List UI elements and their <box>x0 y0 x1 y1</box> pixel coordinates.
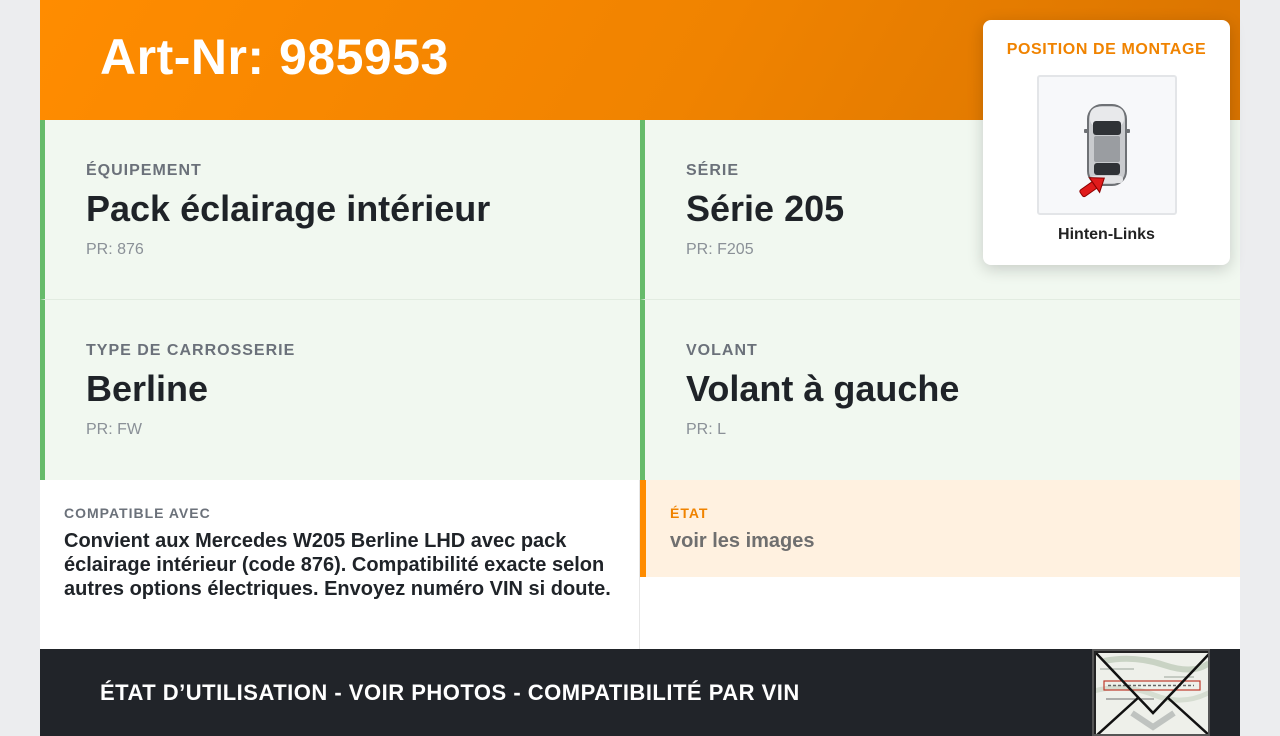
spec-code: PR: FW <box>86 421 142 438</box>
car-top-view-icon <box>1037 75 1177 215</box>
spec-code: PR: 876 <box>86 241 144 258</box>
spec-card-carrosserie: TYPE DE CARROSSERIE Berline PR: FW <box>40 300 640 480</box>
condition-section: ÉTAT voir les images <box>640 480 1240 577</box>
footer-bar: ÉTAT D’UTILISATION - VOIR PHOTOS - COMPA… <box>40 649 1240 736</box>
compatibility-text: Convient aux Mercedes W205 Berline LHD a… <box>64 530 611 600</box>
spec-label: VOLANT <box>686 342 758 359</box>
mounting-position-panel: POSITION DE MONTAGE Hinten-Links <box>983 20 1230 265</box>
compatibility-section: COMPATIBLE AVEC Convient aux Mercedes W2… <box>40 480 640 649</box>
spec-code: PR: F205 <box>686 241 754 258</box>
car-diagram <box>1079 104 1130 198</box>
document-image <box>1094 651 1208 734</box>
mounting-position-title: POSITION DE MONTAGE <box>1006 41 1207 58</box>
spec-label: ÉQUIPEMENT <box>86 162 202 179</box>
vehicle-document-thumbnail[interactable] <box>1092 649 1210 736</box>
condition-label: ÉTAT <box>670 505 709 521</box>
spec-value: Pack éclairage intérieur <box>86 188 491 229</box>
spec-value: Berline <box>86 368 209 409</box>
spec-label: SÉRIE <box>686 162 740 179</box>
compatibility-label: COMPATIBLE AVEC <box>64 505 211 521</box>
mounting-position-value: Hinten-Links <box>1058 226 1155 243</box>
spec-value: Volant à gauche <box>686 368 960 409</box>
spec-label: TYPE DE CARROSSERIE <box>86 342 296 359</box>
condition-text: voir les images <box>670 530 815 552</box>
spec-card-volant: VOLANT Volant à gauche PR: L <box>640 300 1240 480</box>
footer-text: ÉTAT D’UTILISATION - VOIR PHOTOS - COMPA… <box>100 680 800 705</box>
article-number-title: Art-Nr: 985953 <box>100 29 449 85</box>
spec-card-equipement: ÉQUIPEMENT Pack éclairage intérieur PR: … <box>40 120 640 300</box>
spec-code: PR: L <box>686 421 727 438</box>
spec-value: Série 205 <box>686 188 845 229</box>
